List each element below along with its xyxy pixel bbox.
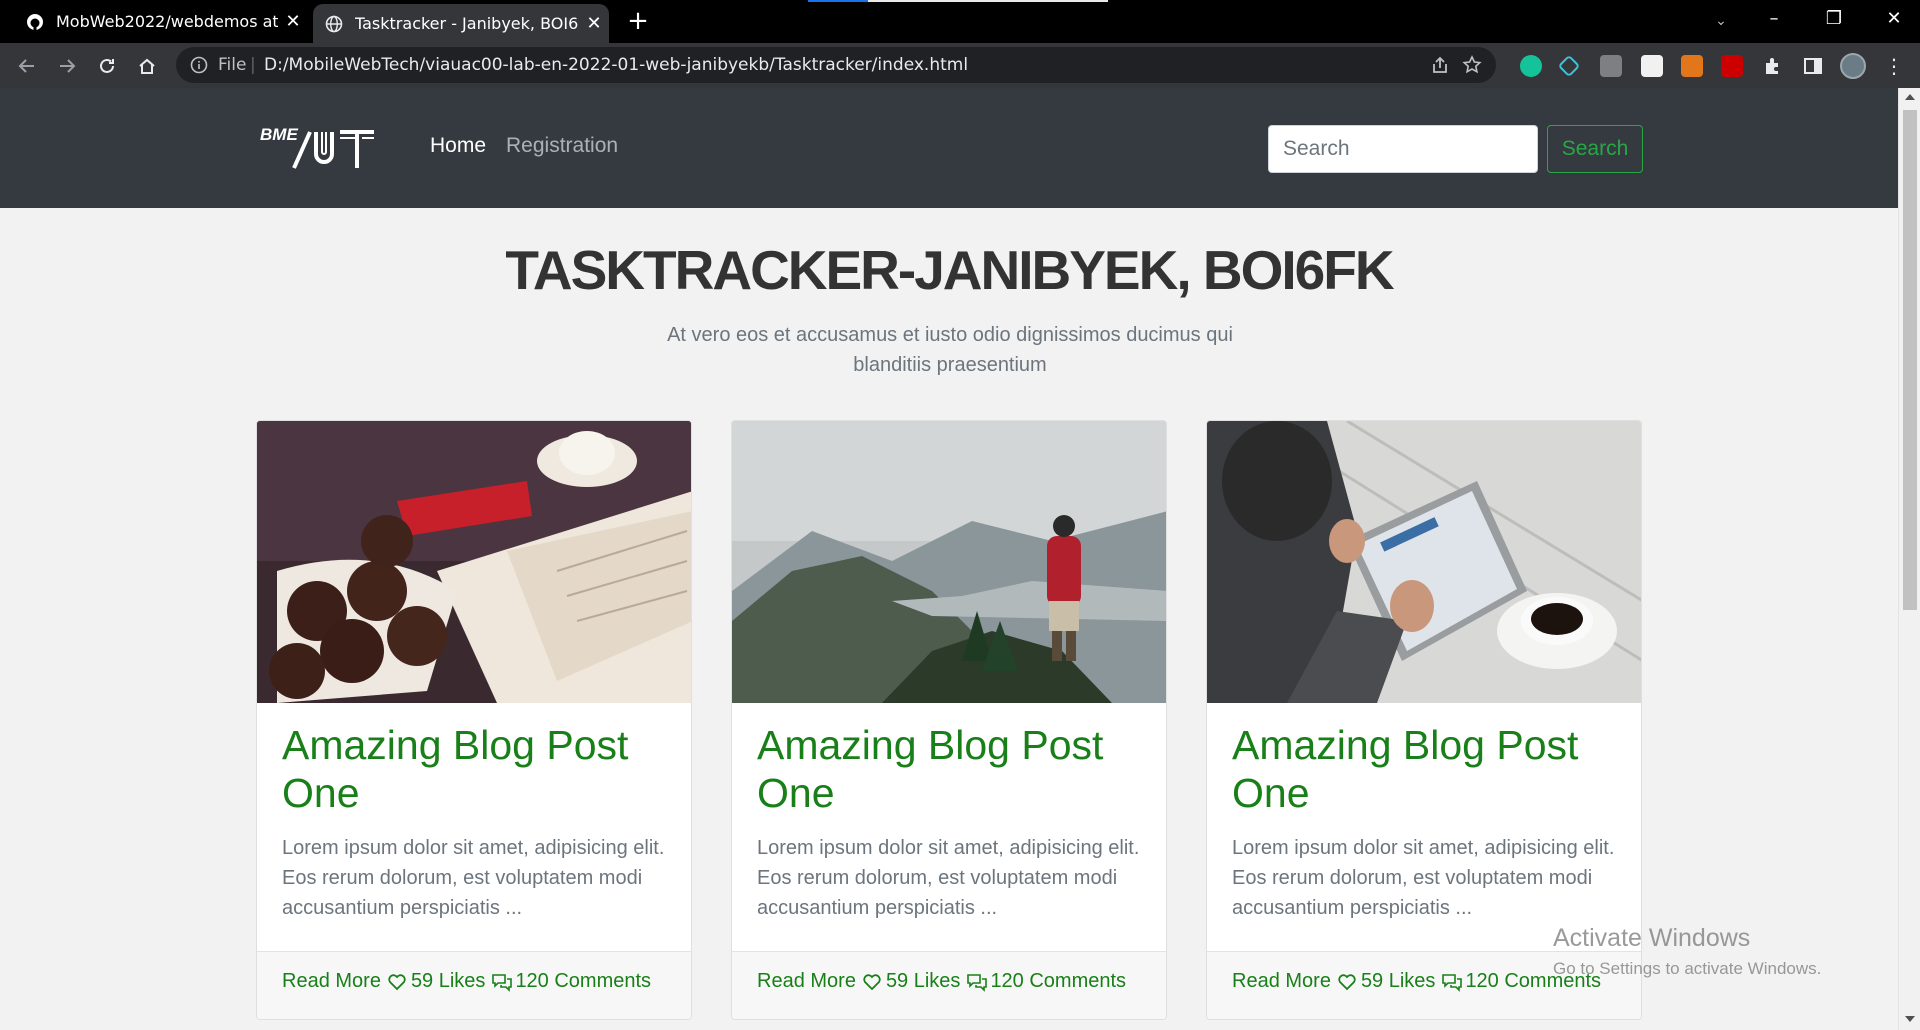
site-navbar: BME Home Registration Search xyxy=(0,88,1898,208)
page-title: TASKTRACKER-JANIBYEK, BOI6FK xyxy=(505,239,1394,301)
likes-count: 59 Likes xyxy=(1360,970,1436,992)
forward-icon[interactable] xyxy=(50,49,84,83)
heart-icon[interactable] xyxy=(1337,972,1357,992)
profile-avatar[interactable] xyxy=(1840,53,1866,79)
close-icon[interactable]: ✕ xyxy=(579,13,609,34)
heart-icon[interactable] xyxy=(387,972,407,992)
github-icon xyxy=(26,13,44,31)
address-bar[interactable]: File | D:/MobileWebTech/viauac00-lab-en-… xyxy=(176,47,1496,83)
comments-count: 120 Comments xyxy=(990,970,1127,992)
windows-activation-watermark: Activate Windows Go to Settings to activ… xyxy=(1553,924,1821,979)
card-title[interactable]: Amazing Blog Post One xyxy=(1232,721,1622,817)
page-scrollbar[interactable] xyxy=(1898,88,1920,1030)
card-title[interactable]: Amazing Blog Post One xyxy=(282,721,672,817)
card-image-muffins xyxy=(257,421,691,703)
tex-icon[interactable] xyxy=(1641,55,1663,77)
likes-count: 59 Likes xyxy=(885,970,961,992)
comments-icon[interactable] xyxy=(491,972,513,992)
comments-count: 120 Comments xyxy=(515,970,652,992)
restore-icon[interactable]: ❐ xyxy=(1804,0,1864,40)
youtube-icon[interactable] xyxy=(1721,55,1743,77)
info-icon[interactable] xyxy=(190,56,208,74)
url-scheme: File xyxy=(218,55,247,75)
puzzle-icon[interactable] xyxy=(1762,55,1784,77)
scroll-down-icon[interactable] xyxy=(1905,1016,1915,1022)
minimize-icon[interactable]: – xyxy=(1744,0,1804,40)
read-more-link[interactable]: Read More xyxy=(282,970,381,993)
nav-link-registration[interactable]: Registration xyxy=(506,134,618,158)
card-footer: Read More 59 Likes 120 Comments xyxy=(732,951,1166,1019)
grammarly-icon[interactable] xyxy=(1520,55,1542,77)
heart-icon[interactable] xyxy=(862,972,882,992)
card-text: Lorem ipsum dolor sit amet, adipisicing … xyxy=(1232,837,1615,919)
page-subtitle: At vero eos et accusamus et iusto odio d… xyxy=(667,324,1233,376)
url-separator: | xyxy=(250,55,256,75)
loading-indicator xyxy=(808,0,1108,2)
web-page: BME Home Registration Search TASKTRACKER… xyxy=(0,88,1898,1030)
read-more-link[interactable]: Read More xyxy=(757,970,856,993)
search-input[interactable] xyxy=(1268,125,1538,173)
card-image-tablet xyxy=(1207,421,1641,703)
card-title[interactable]: Amazing Blog Post One xyxy=(757,721,1147,817)
tab-title: MobWeb2022/webdemos at mai xyxy=(56,12,278,31)
sidepanel-icon[interactable] xyxy=(1802,55,1824,77)
scrollbar-thumb[interactable] xyxy=(1903,110,1917,610)
logo-text: BME xyxy=(260,125,298,144)
metamask-icon[interactable] xyxy=(1681,55,1703,77)
comments-icon[interactable] xyxy=(1441,972,1463,992)
card-text: Lorem ipsum dolor sit amet, adipisicing … xyxy=(757,837,1140,919)
tab-search-icon[interactable]: ⌄ xyxy=(1706,6,1736,36)
reload-icon[interactable] xyxy=(90,49,124,83)
home-icon[interactable] xyxy=(130,49,164,83)
comments-icon[interactable] xyxy=(966,972,988,992)
globe-icon xyxy=(325,15,343,33)
card-image-hiker xyxy=(732,421,1166,703)
watermark-subtitle: Go to Settings to activate Windows. xyxy=(1553,959,1822,978)
new-tab-button[interactable]: + xyxy=(622,6,654,38)
bookmark-star-icon[interactable] xyxy=(1462,55,1482,75)
read-more-link[interactable]: Read More xyxy=(1232,970,1331,993)
likes-count: 59 Likes xyxy=(410,970,486,992)
url-text[interactable]: D:/MobileWebTech/viauac00-lab-en-2022-01… xyxy=(264,47,968,83)
bme-aut-logo[interactable]: BME xyxy=(258,118,398,174)
card-text: Lorem ipsum dolor sit amet, adipisicing … xyxy=(282,837,665,919)
watermark-title: Activate Windows xyxy=(1553,924,1751,952)
extension-icon[interactable] xyxy=(1600,55,1622,77)
browser-toolbar: File | D:/MobileWebTech/viauac00-lab-en-… xyxy=(0,43,1920,88)
card-footer: Read More 59 Likes 120 Comments xyxy=(257,951,691,1019)
close-icon[interactable]: ✕ xyxy=(278,11,308,32)
share-icon[interactable] xyxy=(1430,55,1450,75)
search-button[interactable]: Search xyxy=(1547,125,1643,173)
browser-tab-strip: MobWeb2022/webdemos at mai ✕ Tasktracker… xyxy=(0,0,1920,43)
browser-tab-github[interactable]: MobWeb2022/webdemos at mai ✕ xyxy=(0,0,308,43)
close-window-icon[interactable]: ✕ xyxy=(1864,0,1920,40)
menu-icon[interactable]: ⋮ xyxy=(1884,51,1904,81)
tab-title: Tasktracker - Janibyek, BOI6FK xyxy=(355,14,579,33)
scroll-up-icon[interactable] xyxy=(1905,94,1915,100)
back-icon[interactable] xyxy=(10,49,44,83)
nav-link-home[interactable]: Home xyxy=(430,134,486,158)
blog-card: Amazing Blog Post One Lorem ipsum dolor … xyxy=(731,420,1167,1020)
browser-tab-tasktracker[interactable]: Tasktracker - Janibyek, BOI6FK ✕ xyxy=(313,4,609,43)
blog-card: Amazing Blog Post One Lorem ipsum dolor … xyxy=(256,420,692,1020)
extension-icon[interactable] xyxy=(1557,54,1581,78)
